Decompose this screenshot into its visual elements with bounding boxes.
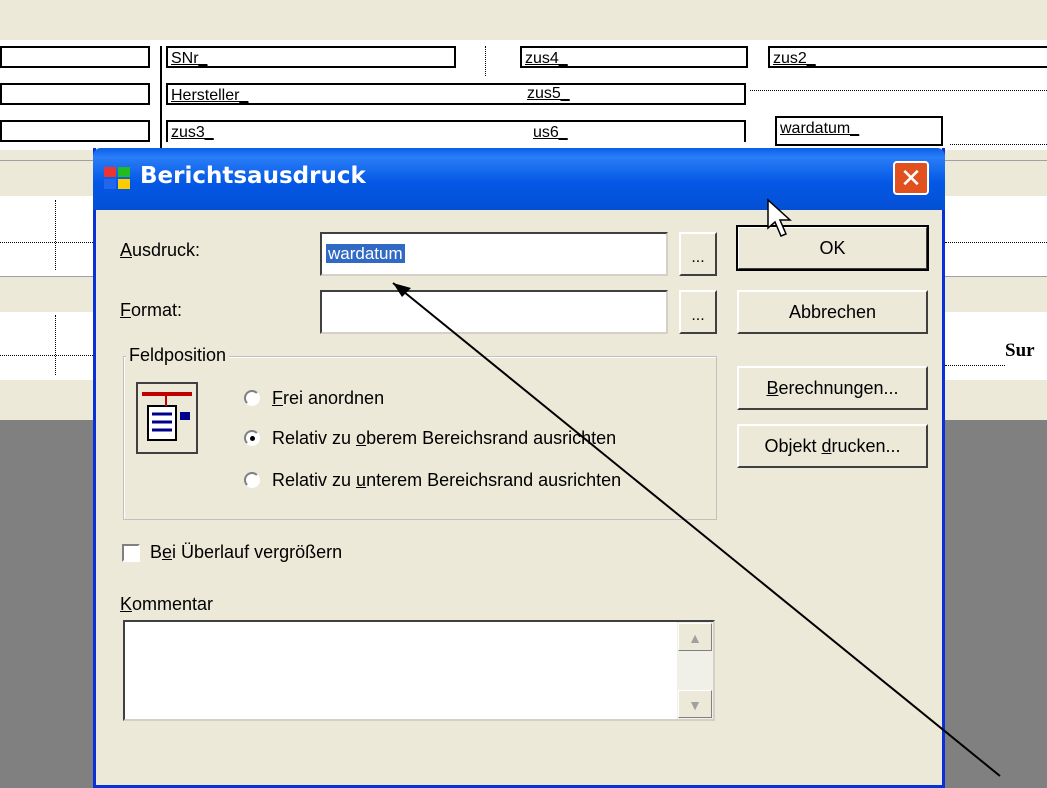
annotation-arrow-line xyxy=(392,282,1001,777)
annotation-overlay xyxy=(392,198,1001,777)
mouse-cursor-icon xyxy=(767,198,792,237)
